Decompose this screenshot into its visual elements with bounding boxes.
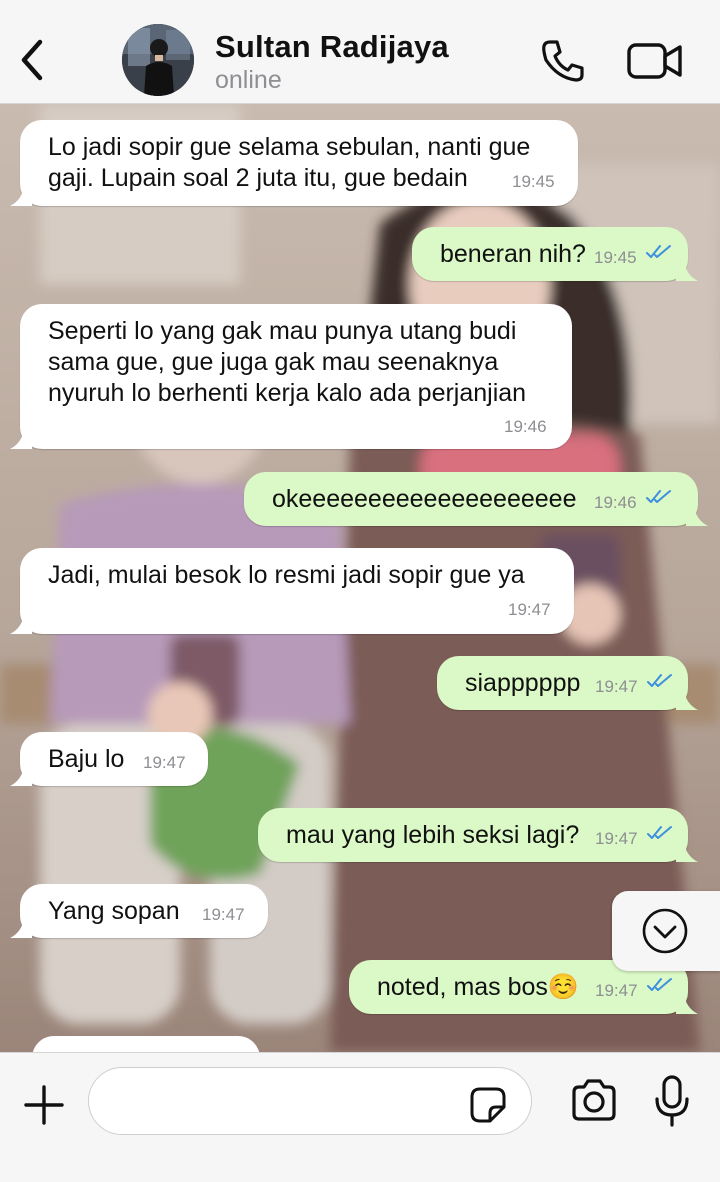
read-receipt-icon	[647, 674, 672, 687]
scroll-to-bottom-button[interactable]	[612, 891, 720, 971]
camera-button[interactable]	[570, 1078, 618, 1122]
camera-icon	[572, 1079, 616, 1121]
video-call-button[interactable]	[626, 40, 684, 82]
avatar[interactable]	[122, 24, 194, 96]
message-text: mau yang lebih seksi lagi?	[286, 821, 580, 849]
voice-call-button[interactable]	[540, 38, 586, 84]
message-time: 19:45	[512, 172, 555, 191]
bubble-tail	[676, 842, 698, 862]
message-time: 19:47	[595, 677, 638, 696]
composer-bar	[0, 1052, 720, 1182]
incoming-message[interactable]: Yang sopan 19:47	[10, 884, 268, 938]
read-receipt-icon	[647, 978, 672, 991]
video-camera-icon	[627, 43, 682, 79]
message-text: Yang sopan	[48, 897, 180, 925]
incoming-message[interactable]: Baju lo 19:47	[10, 732, 208, 786]
bubble-tail	[10, 614, 32, 634]
message-text: Seperti lo yang gak mau punya utang budi…	[48, 317, 527, 407]
incoming-message[interactable]: Lo jadi sopir gue selama sebulan, nanti …	[10, 120, 578, 206]
message-list[interactable]: Lo jadi sopir gue selama sebulan, nanti …	[0, 104, 720, 1052]
phone-icon	[542, 40, 584, 82]
message-text: beneran nih?	[440, 240, 586, 268]
read-receipt-icon	[646, 490, 671, 503]
bubble-tail	[10, 918, 32, 938]
chevron-left-icon	[21, 39, 43, 81]
chat-header: Sultan Radijaya online	[0, 0, 720, 104]
contact-status: online	[215, 66, 282, 94]
chat-screen: Sultan Radijaya online Lo jadi sopir gue…	[0, 0, 720, 1182]
contact-name[interactable]: Sultan Radijaya	[215, 29, 449, 65]
message-time: 19:47	[595, 829, 638, 848]
bubble-tail	[10, 766, 32, 786]
bubble-tail	[676, 690, 698, 710]
read-receipt-icon	[647, 826, 672, 839]
plus-icon	[24, 1085, 64, 1125]
message-text: Baju lo	[48, 745, 125, 773]
outgoing-message[interactable]: beneran nih? 19:45	[412, 227, 698, 281]
bubble-tail	[686, 506, 708, 526]
outgoing-message[interactable]: siapppppp 19:47	[437, 656, 698, 710]
outgoing-message[interactable]: okeeeeeeeeeeeeeeeeeeee 19:46	[244, 472, 708, 526]
outgoing-message[interactable]: mau yang lebih seksi lagi? 19:47	[258, 808, 698, 862]
message-text: siapppppp	[465, 669, 581, 697]
bubble-tail	[676, 261, 698, 281]
incoming-message[interactable]	[32, 1036, 260, 1052]
message-text: okeeeeeeeeeeeeeeeeeeee	[272, 485, 577, 513]
bubble-tail	[10, 429, 32, 449]
back-button[interactable]	[14, 36, 50, 84]
message-time: 19:45	[594, 248, 637, 267]
message-time: 19:46	[594, 493, 637, 512]
incoming-message[interactable]: Jadi, mulai besok lo resmi jadi sopir gu…	[10, 548, 574, 634]
message-time: 19:47	[508, 600, 551, 619]
message-text: Jadi, mulai besok lo resmi jadi sopir gu…	[48, 561, 525, 589]
read-receipt-icon	[646, 245, 671, 258]
sticker-button[interactable]	[468, 1085, 508, 1125]
message-time: 19:46	[504, 417, 547, 436]
microphone-icon	[655, 1075, 689, 1127]
message-text: Lo jadi sopir gue selama sebulan, nanti …	[48, 133, 531, 192]
bubble-tail	[10, 186, 32, 206]
chevron-down-circle-icon	[642, 908, 688, 954]
message-text: noted, mas bos☺️	[377, 973, 580, 1001]
contact-photo	[122, 24, 194, 96]
bubble-tail	[676, 994, 698, 1014]
attach-button[interactable]	[22, 1083, 66, 1127]
voice-message-button[interactable]	[654, 1075, 690, 1127]
message-time: 19:47	[202, 905, 245, 924]
sticker-icon	[470, 1087, 506, 1123]
incoming-message[interactable]: Seperti lo yang gak mau punya utang budi…	[10, 304, 572, 449]
message-input[interactable]	[88, 1067, 532, 1135]
message-time: 19:47	[595, 981, 638, 1000]
message-time: 19:47	[143, 753, 186, 772]
